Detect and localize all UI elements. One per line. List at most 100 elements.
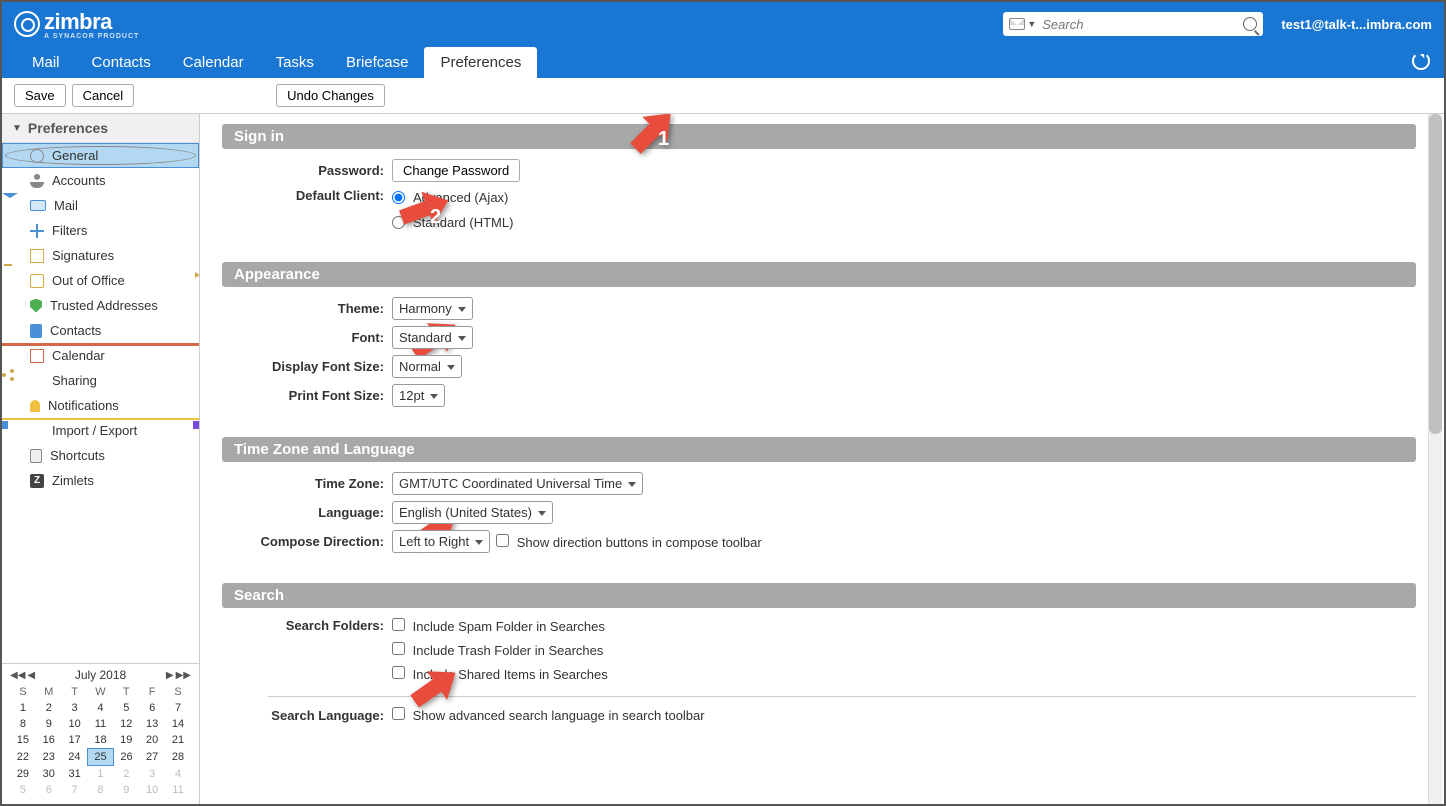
direction-buttons-checkbox[interactable]: Show direction buttons in compose toolba… [496,534,762,550]
cal-day[interactable]: 7 [165,700,191,716]
search-input[interactable] [1042,17,1243,32]
timezone-select[interactable]: GMT/UTC Coordinated Universal Time [392,472,643,495]
search-box[interactable]: ▼ [1003,12,1263,36]
include-shared-checkbox[interactable]: Include Shared Items in Searches [392,666,608,682]
cal-day[interactable]: 5 [10,782,36,798]
cal-day[interactable]: 3 [139,766,165,783]
save-button[interactable]: Save [14,84,66,107]
include-trash-checkbox[interactable]: Include Trash Folder in Searches [392,642,603,658]
cal-day[interactable]: 24 [62,749,88,766]
theme-select[interactable]: Harmony [392,297,473,320]
cal-day[interactable]: 13 [139,716,165,732]
cal-day[interactable]: 6 [139,700,165,716]
include-spam-checkbox[interactable]: Include Spam Folder in Searches [392,618,605,634]
cal-day[interactable]: 27 [139,749,165,766]
cal-day[interactable]: 17 [62,732,88,749]
preferences-content: 1 2 Sign in Password: Change Password De… [200,114,1444,804]
cal-day[interactable]: 4 [88,700,114,716]
cal-prev-month-icon[interactable]: ◀ [27,670,35,681]
sidebar-item-shortcuts[interactable]: Shortcuts [2,443,199,468]
timezone-label: Time Zone: [222,476,392,491]
cal-day[interactable]: 2 [36,700,62,716]
calendar-grid: SMTWTFS 12345678910111213141516171819202… [10,684,191,798]
cal-day[interactable]: 14 [165,716,191,732]
tab-calendar[interactable]: Calendar [167,47,260,78]
advanced-search-lang-checkbox[interactable]: Show advanced search language in search … [392,707,705,723]
tab-briefcase[interactable]: Briefcase [330,47,425,78]
main-tabs: MailContactsCalendarTasksBriefcasePrefer… [2,46,1444,78]
print-font-size-select[interactable]: 12pt [392,384,445,407]
search-icon[interactable] [1243,17,1257,31]
cal-next-month-icon[interactable]: ▶ [166,670,174,681]
cal-day[interactable]: 16 [36,732,62,749]
display-font-size-select[interactable]: Normal [392,355,462,378]
sidebar-item-notifications[interactable]: Notifications [2,393,199,418]
sidebar-item-zimlets[interactable]: ZZimlets [2,468,199,493]
tab-contacts[interactable]: Contacts [76,47,167,78]
cal-day[interactable]: 7 [62,782,88,798]
cal-day[interactable]: 18 [88,732,114,749]
sidebar-item-accounts[interactable]: Accounts [2,168,199,193]
cal-day[interactable]: 29 [10,766,36,783]
cal-day[interactable]: 8 [88,782,114,798]
cal-day[interactable]: 3 [62,700,88,716]
cal-day[interactable]: 15 [10,732,36,749]
search-scope-dropdown-icon[interactable]: ▼ [1027,19,1036,29]
cal-day[interactable]: 10 [139,782,165,798]
cal-day[interactable]: 4 [165,766,191,783]
cal-day[interactable]: 21 [165,732,191,749]
cal-day[interactable]: 5 [113,700,139,716]
sidebar-item-trusted-addresses[interactable]: Trusted Addresses [2,293,199,318]
sidebar-item-contacts[interactable]: Contacts [2,318,199,343]
cal-day[interactable]: 11 [165,782,191,798]
calendar-title[interactable]: July 2018 [75,668,126,682]
tab-preferences[interactable]: Preferences [424,47,537,78]
sidebar-item-out-of-office[interactable]: Out of Office [2,268,199,293]
cal-day[interactable]: 31 [62,766,88,783]
cal-prev-year-icon[interactable]: ◀◀ [10,670,25,681]
cal-day[interactable]: 30 [36,766,62,783]
sidebar-item-mail[interactable]: Mail [2,193,199,218]
sidebar-item-label: Shortcuts [50,448,105,463]
cal-next-year-icon[interactable]: ▶▶ [176,670,191,681]
cal-day[interactable]: 6 [36,782,62,798]
cal-day[interactable]: 2 [113,766,139,783]
change-password-button[interactable]: Change Password [392,159,520,182]
sidebar-item-sharing[interactable]: Sharing [2,368,199,393]
cal-day[interactable]: 9 [113,782,139,798]
cal-day[interactable]: 11 [88,716,114,732]
cal-day[interactable]: 20 [139,732,165,749]
sidebar-item-filters[interactable]: Filters [2,218,199,243]
mail-scope-icon[interactable] [1009,18,1025,30]
sidebar-item-calendar[interactable]: Calendar [2,343,199,368]
cal-day[interactable]: 22 [10,749,36,766]
cal-day[interactable]: 10 [62,716,88,732]
cal-day[interactable]: 1 [88,766,114,783]
tab-tasks[interactable]: Tasks [260,47,330,78]
sidebar-header[interactable]: ▼ Preferences [2,114,199,143]
sidebar-item-signatures[interactable]: Signatures [2,243,199,268]
cal-day[interactable]: 12 [113,716,139,732]
cal-day[interactable]: 26 [113,749,139,766]
sidebar-item-general[interactable]: General [2,143,199,168]
share-icon [30,374,44,388]
sidebar-item-import-export[interactable]: Import / Export [2,418,199,443]
cal-day[interactable]: 23 [36,749,62,766]
cal-day[interactable]: 8 [10,716,36,732]
refresh-icon[interactable] [1412,52,1430,70]
language-select[interactable]: English (United States) [392,501,553,524]
cal-day[interactable]: 28 [165,749,191,766]
scrollbar-thumb[interactable] [1429,114,1442,434]
client-radio-advanced[interactable]: Advanced (Ajax) [392,190,508,205]
user-menu[interactable]: test1@talk-t...imbra.com [1281,17,1432,32]
scrollbar[interactable] [1428,114,1442,804]
font-select[interactable]: Standard [392,326,473,349]
compose-direction-select[interactable]: Left to Right [392,530,490,553]
cal-day[interactable]: 25 [88,749,114,766]
cal-day[interactable]: 1 [10,700,36,716]
undo-changes-button[interactable]: Undo Changes [276,84,385,107]
cancel-button[interactable]: Cancel [72,84,134,107]
cal-day[interactable]: 9 [36,716,62,732]
tab-mail[interactable]: Mail [16,47,76,78]
cal-day[interactable]: 19 [113,732,139,749]
